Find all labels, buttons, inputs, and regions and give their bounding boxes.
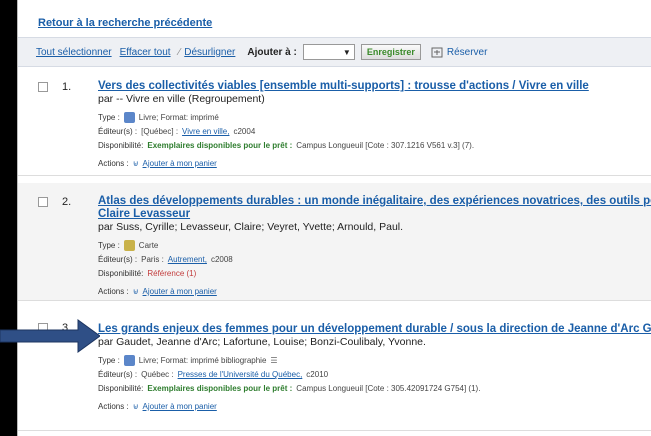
result-availability-line: Disponibilité: Exemplaires disponibles p… (98, 383, 651, 394)
result-publisher-line: Éditeur(s) : Paris : Autrement, c2008 (98, 254, 651, 265)
publisher-link[interactable]: Presses de l'Université du Québec, (178, 369, 303, 380)
publisher-date: c2010 (306, 370, 329, 379)
availability-status: Exemplaires disponibles pour le prêt : (147, 141, 293, 150)
type-label: Type : (98, 241, 120, 250)
result-availability-line: Disponibilité: Référence (1) (98, 268, 651, 279)
result-title-link[interactable]: Vers des collectivités viables [ensemble… (98, 80, 651, 93)
result-row: 2. Atlas des développements durables : u… (18, 183, 651, 301)
availability-label: Disponibilité: (98, 384, 144, 393)
results-toolbar: Tout sélectionner Effacer tout ⁄ Désurli… (18, 37, 651, 67)
book-icon (123, 112, 135, 123)
result-author: par Gaudet, Jeanne d'Arc; Lafortune, Lou… (98, 336, 426, 348)
result-actions-line: Actions : ⊌ Ajouter à mon panier (98, 286, 651, 297)
reserve-link[interactable]: Réserver (431, 46, 488, 58)
result-type-line: Type : Livre; Format: imprimé (98, 112, 651, 123)
add-to-cart-link[interactable]: Ajouter à mon panier (143, 401, 217, 412)
back-to-search-link[interactable]: Retour à la recherche précédente (38, 17, 212, 29)
result-title-link[interactable]: Atlas des développements durables : un m… (98, 195, 651, 208)
clear-all-link[interactable]: Effacer tout (120, 47, 171, 58)
availability-label: Disponibilité: (98, 141, 144, 150)
book-icon (123, 355, 135, 366)
actions-label: Actions : (98, 287, 129, 296)
chevron-down-icon: ▼ (342, 47, 351, 57)
result-author: par Suss, Cyrille; Levasseur, Claire; Ve… (98, 221, 404, 233)
result-title-link[interactable]: Les grands enjeux des femmes pour un dév… (98, 323, 651, 336)
availability-label: Disponibilité: (98, 269, 144, 278)
result-author: par -- Vivre en ville (Regroupement) (98, 93, 265, 105)
result-type-line: Type : Livre; Format: imprimé bibliograp… (98, 355, 651, 366)
availability-detail: Campus Longueuil [Cote : 307.1216 V561 v… (296, 141, 475, 150)
type-value: Livre; Format: imprimé bibliographie (138, 356, 267, 365)
result-availability-line: Disponibilité: Exemplaires disponibles p… (98, 140, 651, 151)
add-to-label: Ajouter à : (247, 46, 297, 58)
reserve-label: Réserver (446, 46, 488, 58)
publisher-place: Paris : (141, 255, 164, 264)
result-checkbox[interactable] (38, 197, 48, 207)
map-icon (123, 240, 135, 251)
result-title-link-continued[interactable]: Claire Levasseur (98, 208, 651, 221)
result-number: 2. (62, 196, 72, 208)
type-value: Carte (138, 241, 159, 250)
result-number: 1. (62, 81, 72, 93)
result-row: 3. Les grands enjeux des femmes pour un … (18, 311, 651, 431)
add-to-cart-link[interactable]: Ajouter à mon panier (143, 158, 217, 169)
result-actions-line: Actions : ⊌ Ajouter à mon panier (98, 401, 651, 412)
publisher-date: c2008 (210, 255, 233, 264)
bibliography-icon: ☰ (270, 356, 278, 365)
select-all-link[interactable]: Tout sélectionner (36, 47, 112, 58)
availability-status: Exemplaires disponibles pour le prêt : (147, 384, 293, 393)
publisher-label: Éditeur(s) : (98, 370, 138, 379)
unhighlight-link[interactable]: Désurligner (184, 47, 235, 58)
cart-icon: ⊌ (132, 402, 139, 411)
search-results-panel: Retour à la recherche précédente Tout sé… (17, 0, 651, 436)
publisher-link[interactable]: Vivre en ville, (182, 126, 229, 137)
result-publisher-line: Éditeur(s) : [Québec] : Vivre en ville, … (98, 126, 651, 137)
result-row: 1. Vers des collectivités viables [ensem… (18, 68, 651, 176)
save-button[interactable]: Enregistrer (360, 44, 421, 60)
reserve-icon (431, 47, 443, 57)
actions-label: Actions : (98, 402, 129, 411)
type-value: Livre; Format: imprimé (138, 113, 219, 122)
publisher-label: Éditeur(s) : (98, 255, 138, 264)
pointer-arrow-icon (0, 319, 100, 353)
availability-detail: Campus Longueuil [Cote : 305.42091724 G7… (296, 384, 481, 393)
cart-icon: ⊌ (132, 159, 139, 168)
result-publisher-line: Éditeur(s) : Québec : Presses de l'Unive… (98, 369, 651, 380)
type-label: Type : (98, 356, 120, 365)
unhighlight-icon: ⁄ (178, 46, 181, 58)
actions-label: Actions : (98, 159, 129, 168)
type-label: Type : (98, 113, 120, 122)
publisher-label: Éditeur(s) : (98, 127, 138, 136)
cart-icon: ⊌ (132, 287, 139, 296)
list-select[interactable]: ▼ (302, 44, 355, 60)
publisher-place: [Québec] : (141, 127, 179, 136)
availability-status: Référence (1) (147, 269, 197, 278)
publisher-place: Québec : (141, 370, 174, 379)
publisher-date: c2004 (233, 127, 256, 136)
result-type-line: Type : Carte (98, 240, 651, 251)
result-actions-line: Actions : ⊌ Ajouter à mon panier (98, 158, 651, 169)
publisher-link[interactable]: Autrement, (168, 254, 207, 265)
add-to-cart-link[interactable]: Ajouter à mon panier (143, 286, 217, 297)
result-checkbox[interactable] (38, 82, 48, 92)
arrow-shape (0, 319, 100, 353)
